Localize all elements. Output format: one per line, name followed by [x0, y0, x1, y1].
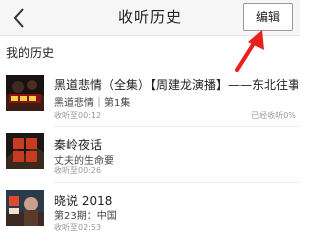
top-bar: 收听历史 编辑	[0, 0, 300, 36]
history-item[interactable]: 秦岭夜话 丈夫的生命要 收听至00:26	[0, 130, 300, 188]
item-progress: 收听至02:53	[54, 223, 102, 232]
cover-image	[6, 133, 44, 169]
divider	[54, 126, 300, 127]
history-item[interactable]: 黑道悲情（全集）【周建龙演播】——东北往事：黑道风云 黑道悲情｜第1集 收听至0…	[0, 72, 300, 130]
item-subtitle: 第23期：中国	[54, 211, 117, 222]
edit-button[interactable]: 编辑	[243, 3, 293, 31]
item-title: 秦岭夜话	[54, 138, 103, 152]
divider	[54, 182, 300, 183]
item-progress: 收听至00:26	[54, 166, 102, 175]
cover-image	[6, 190, 44, 226]
cover-image	[6, 75, 44, 111]
item-progress: 收听至00:12	[54, 111, 102, 120]
item-title: 黑道悲情（全集）【周建龙演播】——东北往事：黑道风云	[54, 78, 298, 92]
item-subtitle: 黑道悲情｜第1集	[54, 98, 131, 109]
item-listened-status: 已经收听0%	[251, 111, 296, 120]
history-item[interactable]: 晓说 2018 第23期：中国 收听至02:53	[0, 187, 300, 245]
section-title: 我的历史	[6, 46, 55, 60]
